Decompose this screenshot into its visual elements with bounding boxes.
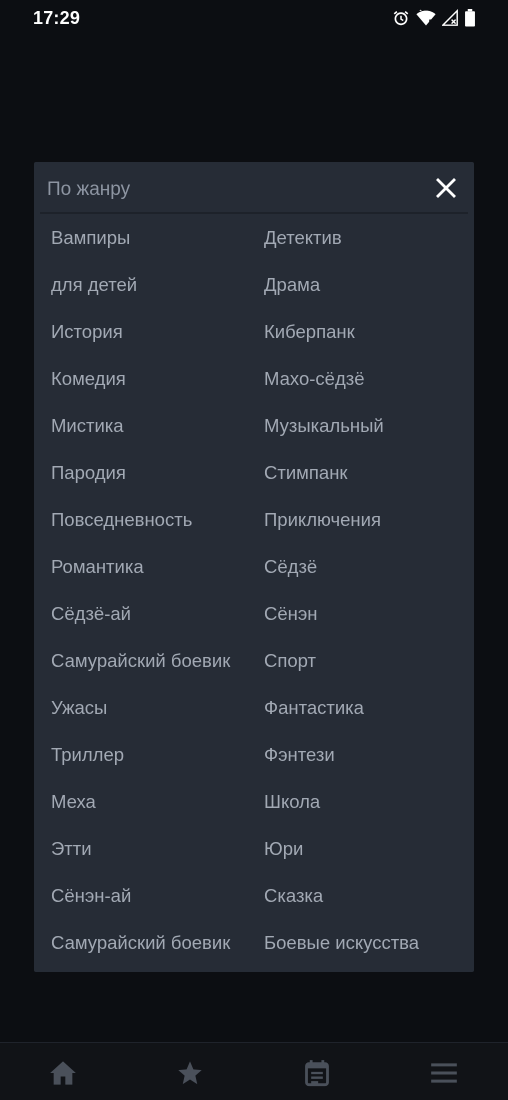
genre-item[interactable]: Сказка [264,872,471,919]
status-bar: 17:29 5 [0,0,508,36]
genre-item[interactable]: Пародия [51,449,264,496]
home-icon[interactable] [49,1059,77,1087]
star-icon[interactable] [176,1059,204,1087]
genre-item[interactable]: Вампиры [51,214,264,261]
genre-item[interactable]: Сёнэн [264,590,471,637]
genre-item[interactable]: Романтика [51,543,264,590]
genre-item[interactable]: Повседневность [51,496,264,543]
svg-text:5: 5 [429,19,434,27]
genre-item[interactable]: Приключения [264,496,471,543]
genre-item[interactable]: Самурайский боевик [51,919,264,966]
genre-item[interactable]: Фантастика [264,684,471,731]
status-time: 17:29 [33,7,81,28]
genre-item[interactable]: Мистика [51,402,264,449]
genre-list: Вампиры Детектив для детей Драма История… [51,214,471,966]
genre-item[interactable]: Киберпанк [264,308,471,355]
genre-item[interactable]: Сёдзё [264,543,471,590]
calendar-icon[interactable] [303,1059,331,1087]
signal-icon [442,9,458,27]
screen: 17:29 5 По жанру Вампиры Детектив для де… [0,0,508,1100]
genre-item[interactable]: Самурайский боевик [51,637,264,684]
wifi-icon: 5 [416,9,436,27]
bottom-nav [0,1042,508,1100]
genre-item[interactable]: Махо-сёдзё [264,355,471,402]
menu-icon[interactable] [430,1059,458,1087]
genre-item[interactable]: для детей [51,261,264,308]
genre-item[interactable]: Этти [51,825,264,872]
genre-item[interactable]: Сёнэн-ай [51,872,264,919]
close-icon[interactable] [434,176,458,200]
genre-item[interactable]: Школа [264,778,471,825]
genre-item[interactable]: Спорт [264,637,471,684]
genre-item[interactable]: Ужасы [51,684,264,731]
genre-item[interactable]: Стимпанк [264,449,471,496]
genre-item[interactable]: Фэнтези [264,731,471,778]
genre-item[interactable]: Детектив [264,214,471,261]
battery-icon [464,9,476,27]
modal-header: По жанру [40,162,468,214]
modal-title: По жанру [47,179,131,200]
genre-item[interactable]: Триллер [51,731,264,778]
genre-item[interactable]: Музыкальный [264,402,471,449]
genre-item[interactable]: Комедия [51,355,264,402]
genre-item[interactable]: Боевые искусства [264,919,471,966]
genre-item[interactable]: Меха [51,778,264,825]
genre-item[interactable]: Сёдзё-ай [51,590,264,637]
genre-item[interactable]: Юри [264,825,471,872]
genre-item[interactable]: Драма [264,261,471,308]
genre-item[interactable]: История [51,308,264,355]
alarm-icon [392,9,410,27]
status-icons: 5 [392,9,476,27]
genre-modal: По жанру Вампиры Детектив для детей Драм… [34,162,474,972]
